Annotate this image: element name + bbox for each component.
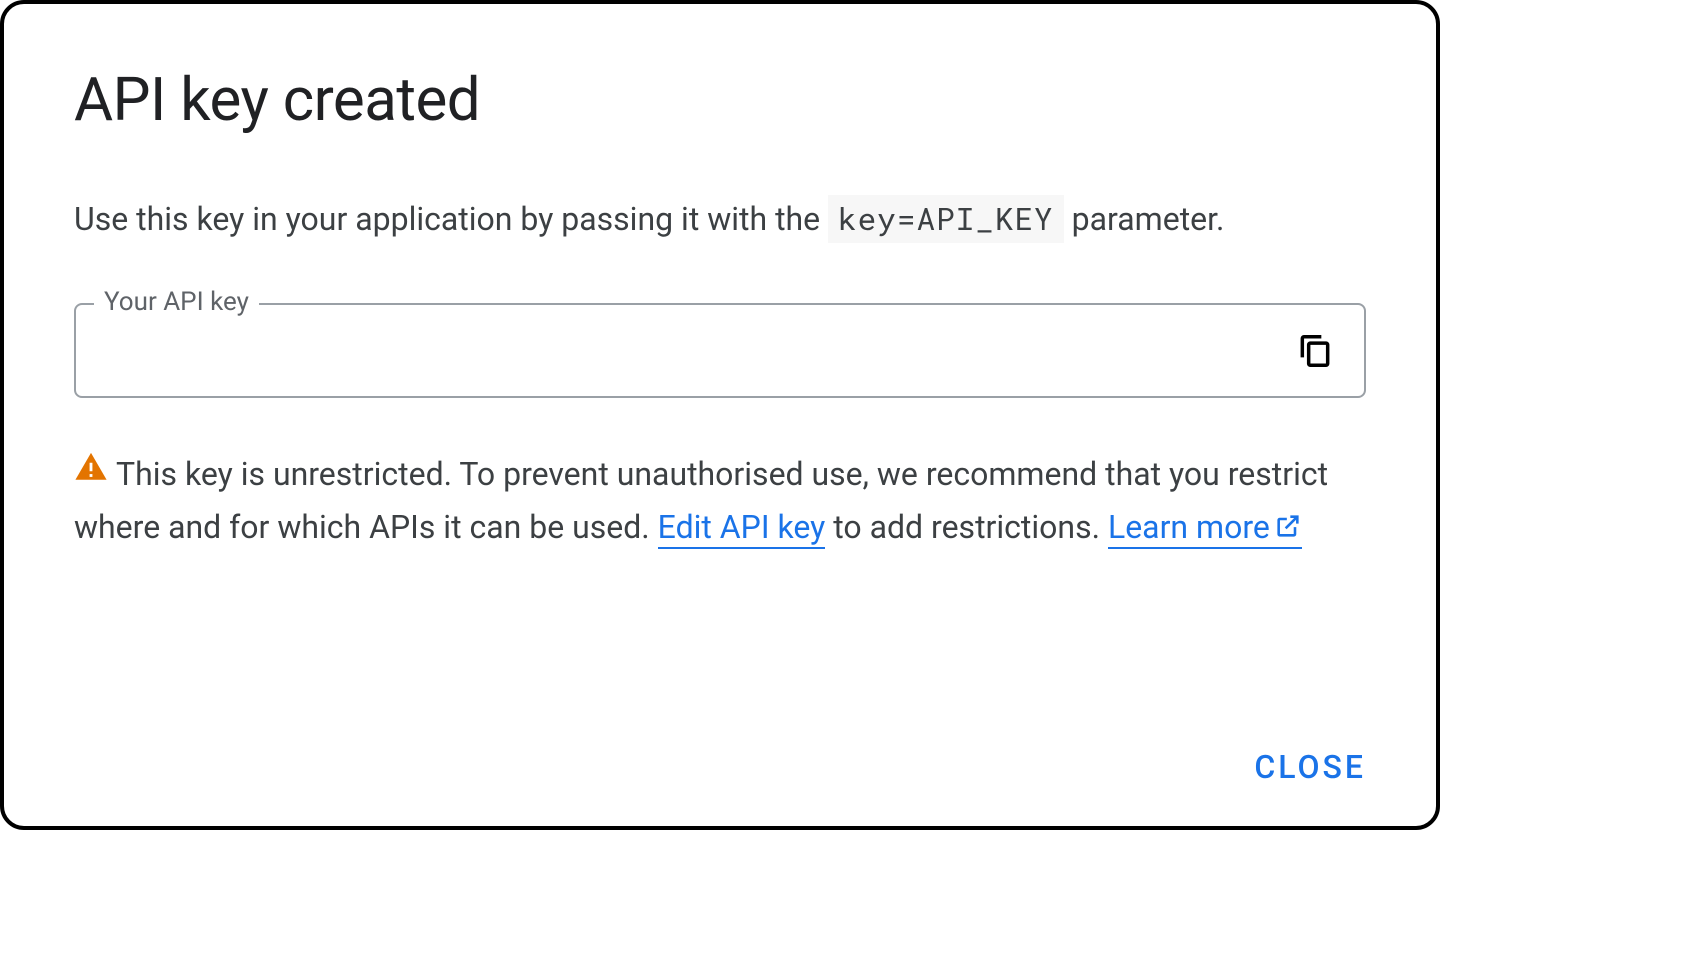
copy-icon[interactable] <box>1296 332 1334 370</box>
api-key-field-label: Your API key <box>94 287 259 317</box>
code-parameter: key=API_KEY <box>828 195 1064 243</box>
description-after: parameter. <box>1064 200 1225 238</box>
close-button[interactable]: CLOSE <box>1254 748 1366 786</box>
api-key-field[interactable] <box>74 303 1366 398</box>
warning-text-2: to add restrictions. <box>825 508 1108 546</box>
external-link-icon <box>1274 503 1302 556</box>
learn-more-text: Learn more <box>1108 508 1270 546</box>
api-key-field-container: Your API key <box>74 303 1366 398</box>
warning-message: This key is unrestricted. To prevent una… <box>74 448 1366 556</box>
dialog-title: API key created <box>74 64 1366 135</box>
description-before: Use this key in your application by pass… <box>74 200 828 238</box>
edit-api-key-link[interactable]: Edit API key <box>658 508 826 549</box>
api-key-created-dialog: API key created Use this key in your app… <box>0 0 1440 830</box>
learn-more-link[interactable]: Learn more <box>1108 508 1302 549</box>
description-text: Use this key in your application by pass… <box>74 195 1366 243</box>
warning-icon <box>74 447 108 500</box>
